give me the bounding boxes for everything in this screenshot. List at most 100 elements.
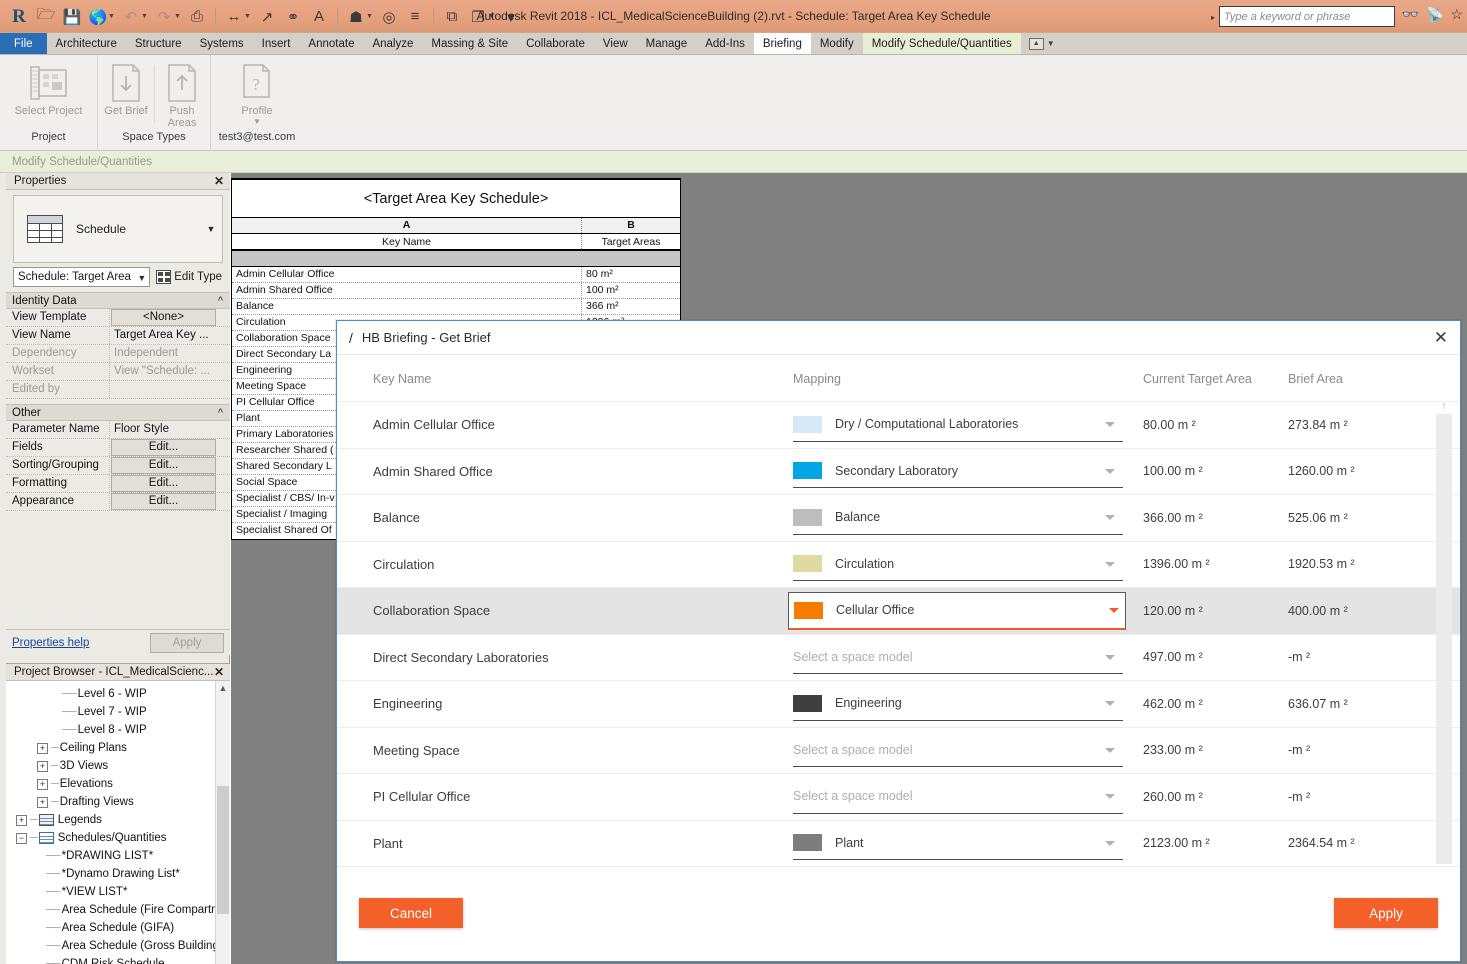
expand-plus-icon[interactable]: + <box>16 815 27 826</box>
schedule-type-combobox[interactable]: Schedule: Target Area ▼ <box>13 267 150 287</box>
tree-item-area-schedule-gifa[interactable]: ── Area Schedule (GIFA) <box>6 919 230 937</box>
chevron-down-icon[interactable] <box>1105 701 1115 706</box>
property-row-sorting-grouping[interactable]: Sorting/Grouping Edit... <box>6 457 230 475</box>
mapping-row[interactable]: Engineering Engineering 462.00 m ² 636.0… <box>337 681 1460 728</box>
property-row-appearance[interactable]: Appearance Edit... <box>6 493 230 511</box>
aligned-dimension-icon[interactable]: ↗ <box>255 5 279 29</box>
favorites-star-icon[interactable]: ☆ <box>1450 6 1463 23</box>
tab-analyze[interactable]: Analyze <box>363 33 422 54</box>
property-row-view-template[interactable]: View Template <None> <box>6 309 230 327</box>
infocenter-expand-icon[interactable]: ▸ <box>1211 13 1215 22</box>
tab-view[interactable]: View <box>594 33 637 54</box>
chevron-down-icon[interactable] <box>1105 422 1115 427</box>
redo-icon[interactable]: ↷ <box>152 5 176 29</box>
tag-by-category-icon[interactable]: ⚭ <box>281 5 305 29</box>
close-icon[interactable]: ✕ <box>214 173 224 190</box>
schedule-row[interactable]: Balance366 m² <box>232 299 680 315</box>
undo-icon[interactable]: ↶ <box>119 5 143 29</box>
ribbon-options-caret-icon[interactable]: ▼ <box>1047 33 1055 55</box>
sorting-grouping-edit-button[interactable]: Edit... <box>111 457 216 474</box>
project-browser-scrollbar[interactable]: ▲ <box>215 681 230 964</box>
minimize-ribbon-icon[interactable]: ▲ <box>1029 38 1044 50</box>
tab-collaborate[interactable]: Collaborate <box>517 33 594 54</box>
chevron-down-icon[interactable] <box>1109 608 1119 613</box>
switch-windows-icon[interactable]: ❐ <box>466 5 490 29</box>
appearance-edit-button[interactable]: Edit... <box>111 493 216 510</box>
get-brief-button[interactable]: Get Brief <box>98 55 154 117</box>
mapping-dropdown[interactable]: Balance <box>793 501 1123 535</box>
tree-item-area-schedule-gross[interactable]: ── Area Schedule (Gross Building <box>6 937 230 955</box>
formatting-edit-button[interactable]: Edit... <box>111 475 216 492</box>
expand-plus-icon[interactable]: + <box>37 761 48 772</box>
tree-item-level-8-wip[interactable]: ── Level 8 - WIP <box>6 721 230 739</box>
chevron-down-icon[interactable] <box>1105 469 1115 474</box>
cancel-button[interactable]: Cancel <box>359 898 463 928</box>
apply-button[interactable]: Apply <box>1334 898 1438 928</box>
edit-type-button[interactable]: Edit Type <box>154 270 224 284</box>
tree-item-drawing-list[interactable]: ── *DRAWING LIST* <box>6 847 230 865</box>
properties-apply-button[interactable]: Apply <box>150 633 224 653</box>
fields-edit-button[interactable]: Edit... <box>111 439 216 456</box>
property-row-parameter-name[interactable]: Parameter Name Floor Style <box>6 421 230 439</box>
dialog-scrollbar[interactable]: ↑ ↓ <box>1436 398 1452 883</box>
measure-dropdown-caret-icon[interactable]: ▼ <box>244 13 253 20</box>
expand-plus-icon[interactable]: + <box>37 779 48 790</box>
measure-icon[interactable]: ↔ <box>222 5 246 29</box>
mapping-row[interactable]: Circulation Circulation 1396.00 m ² 1920… <box>337 542 1460 589</box>
tree-item-legends[interactable]: + ─ Legends <box>6 811 230 829</box>
sync-dropdown-caret-icon[interactable]: ▼ <box>108 13 117 20</box>
thin-lines-icon[interactable]: ≡ <box>403 5 427 29</box>
profile-button[interactable]: ? Profile ▼ <box>223 55 291 126</box>
mapping-row[interactable]: Direct Secondary Laboratories Select a s… <box>337 635 1460 682</box>
3d-view-dropdown-caret-icon[interactable]: ▼ <box>366 13 375 20</box>
view-name-value[interactable]: Target Area Key ... <box>110 327 216 344</box>
mapping-row-selected[interactable]: Collaboration Space Cellular Office 120.… <box>337 588 1460 635</box>
column-letter-a[interactable]: A <box>232 218 582 233</box>
tab-structure[interactable]: Structure <box>126 33 191 54</box>
schedule-row[interactable]: Admin Shared Office100 m² <box>232 283 680 299</box>
mapping-row[interactable]: Admin Shared Office Secondary Laboratory… <box>337 449 1460 496</box>
expand-plus-icon[interactable]: + <box>37 797 48 808</box>
chevron-down-icon[interactable] <box>1105 562 1115 567</box>
chevron-down-icon[interactable] <box>1105 841 1115 846</box>
mapping-dropdown[interactable]: Circulation <box>793 547 1123 581</box>
mapping-dropdown[interactable]: Select a space model <box>793 733 1123 767</box>
chevron-down-icon[interactable]: ▼ <box>137 269 146 287</box>
expand-plus-icon[interactable]: + <box>37 743 48 754</box>
open-icon[interactable]: 🗁 <box>34 5 58 29</box>
property-row-fields[interactable]: Fields Edit... <box>6 439 230 457</box>
chevron-up-icon[interactable]: ^ <box>218 293 223 309</box>
tab-add-ins[interactable]: Add-Ins <box>696 33 754 54</box>
profile-dropdown-caret-icon[interactable]: ▼ <box>253 117 261 126</box>
mapping-row[interactable]: Plant Plant 2123.00 m ² 2364.54 m ² <box>337 821 1460 868</box>
tree-item-dynamo-drawing-list[interactable]: ── *Dynamo Drawing List* <box>6 865 230 883</box>
mapping-row[interactable]: Balance Balance 366.00 m ² 525.06 m ² <box>337 495 1460 542</box>
mapping-dropdown[interactable]: Secondary Laboratory <box>793 454 1123 488</box>
tab-modify[interactable]: Modify <box>811 33 863 54</box>
chevron-down-icon[interactable]: ▼ <box>200 224 222 234</box>
ribbon-display-options[interactable]: ▲ ▼ <box>1021 33 1063 54</box>
view-template-value[interactable]: <None> <box>111 309 216 326</box>
scrollbar-thumb[interactable] <box>217 786 229 914</box>
scrollbar-track[interactable] <box>1436 414 1452 883</box>
chevron-down-icon[interactable] <box>1105 748 1115 753</box>
sync-with-central-icon[interactable]: 🌎 <box>86 5 110 29</box>
undo-dropdown-caret-icon[interactable]: ▼ <box>141 13 150 20</box>
column-letter-b[interactable]: B <box>582 218 680 233</box>
tree-item-3d-views[interactable]: + ─ 3D Views <box>6 757 230 775</box>
tree-item-view-list[interactable]: ── *VIEW LIST* <box>6 883 230 901</box>
mapping-row[interactable]: Meeting Space Select a space model 233.0… <box>337 728 1460 775</box>
scrollbar-thumb[interactable] <box>1436 414 1452 864</box>
communication-center-icon[interactable]: 📡 <box>1426 6 1443 23</box>
customize-qat-icon[interactable]: ▾ <box>499 5 523 29</box>
mapping-dropdown[interactable]: Dry / Computational Laboratories <box>793 408 1123 442</box>
chevron-down-icon[interactable] <box>1105 655 1115 660</box>
tab-manage[interactable]: Manage <box>637 33 697 54</box>
mapping-dropdown[interactable]: Plant <box>793 826 1123 860</box>
select-project-button[interactable]: Select Project <box>15 55 83 117</box>
tree-item-elevations[interactable]: + ─ Elevations <box>6 775 230 793</box>
close-icon[interactable]: ✕ <box>1434 329 1448 346</box>
text-icon[interactable]: A <box>307 5 331 29</box>
tab-massing-and-site[interactable]: Massing & Site <box>422 33 517 54</box>
tree-item-cdm-risk-schedule[interactable]: ── CDM Risk Schedule <box>6 955 230 964</box>
